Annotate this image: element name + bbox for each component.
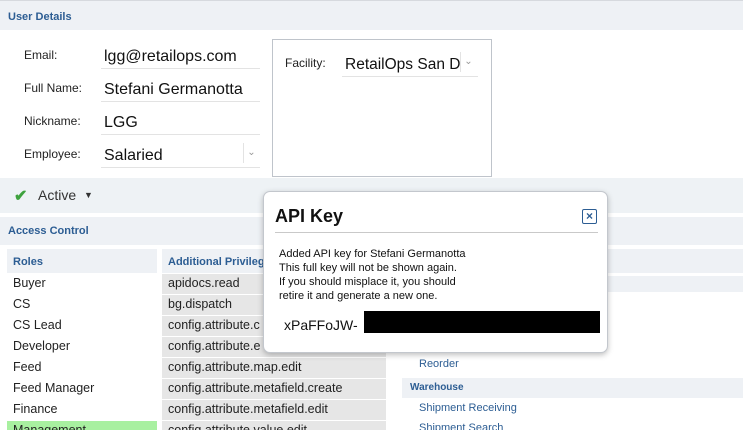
modal-title: API Key	[275, 206, 344, 226]
list-item[interactable]: Management	[7, 421, 157, 430]
list-item[interactable]: config.attribute.metafield.edit	[162, 400, 386, 421]
email-field[interactable]: lgg@retailops.com	[101, 43, 260, 69]
facility-label: Facility:	[285, 56, 326, 70]
fullname-label: Full Name:	[24, 81, 83, 95]
modal-message-line: retire it and generate a new one.	[279, 290, 438, 302]
redaction-bar	[364, 311, 600, 333]
employee-select[interactable]: Salaried	[101, 142, 260, 168]
shipment-receiving-link[interactable]: Shipment Receiving	[419, 402, 517, 414]
modal-message-line: If you should misplace it, you should	[279, 276, 456, 288]
list-item[interactable]: Developer	[7, 337, 157, 358]
roles-list: Buyer CS CS Lead Developer Feed Feed Man…	[7, 274, 157, 430]
shipment-search-link[interactable]: Shipment Search	[419, 422, 503, 430]
employee-label: Employee:	[24, 147, 81, 161]
modal-message-line: This full key will not be shown again.	[279, 262, 457, 274]
reorder-link[interactable]: Reorder	[419, 358, 459, 370]
close-icon[interactable]: ×	[582, 209, 597, 224]
facility-select[interactable]: RetailOps San D	[342, 51, 478, 77]
nickname-field[interactable]: LGG	[101, 109, 260, 135]
roles-header: Roles	[7, 249, 157, 273]
list-item[interactable]: CS	[7, 295, 157, 316]
check-icon: ✔	[14, 188, 28, 205]
modal-message-line: Added API key for Stefani Germanotta	[279, 248, 466, 260]
caret-down-icon[interactable]: ▼	[84, 190, 93, 200]
modal-divider	[275, 232, 598, 233]
list-item[interactable]: Finance	[7, 400, 157, 421]
status-dropdown[interactable]: Active	[38, 187, 76, 203]
user-details-header: User Details	[0, 0, 743, 30]
list-item[interactable]: Feed	[7, 358, 157, 379]
list-item[interactable]: Buyer	[7, 274, 157, 295]
list-item[interactable]: config.attribute.map.edit	[162, 358, 386, 379]
list-item[interactable]: Feed Manager	[7, 379, 157, 400]
api-key-value[interactable]: xPaFFoJW-	[284, 317, 358, 333]
fullname-field[interactable]: Stefani Germanotta	[101, 76, 260, 102]
chevron-down-icon[interactable]: ⌄	[243, 143, 259, 163]
warehouse-group: Warehouse	[402, 378, 743, 398]
api-key-modal: API Key × Added API key for Stefani Germ…	[263, 191, 608, 353]
list-item[interactable]: config.attribute.value.edit	[162, 421, 386, 430]
chevron-down-icon[interactable]: ⌄	[460, 52, 476, 72]
list-item[interactable]: CS Lead	[7, 316, 157, 337]
email-label: Email:	[24, 48, 58, 62]
nickname-label: Nickname:	[24, 114, 81, 128]
list-item[interactable]: config.attribute.metafield.create	[162, 379, 386, 400]
